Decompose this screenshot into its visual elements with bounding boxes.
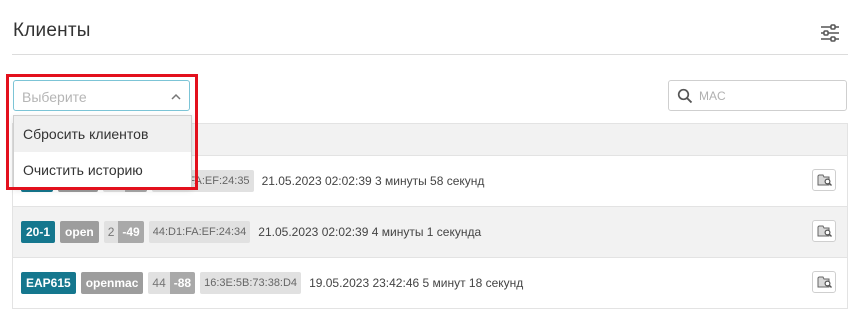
mac-search[interactable] xyxy=(668,80,847,111)
mac-badge: 16:3E:5B:73:38:D4 xyxy=(200,272,302,294)
timestamp: 21.05.2023 02:02:39 4 минуты 1 секунда xyxy=(258,225,482,239)
signal-value: -88 xyxy=(169,272,196,294)
ap-badge: 20-1 xyxy=(21,221,56,243)
row-action-button[interactable] xyxy=(812,271,836,293)
ap-badge: EAP615 xyxy=(21,272,76,294)
signal-value: -49 xyxy=(118,221,144,243)
ssid-badge: open xyxy=(60,221,99,243)
chevron-up-icon xyxy=(170,90,182,102)
search-input[interactable] xyxy=(697,86,841,106)
ssid-badge: openmac xyxy=(80,272,144,294)
select-dropdown: Сбросить клиентов Очистить историю xyxy=(13,115,192,188)
page-title: Клиенты xyxy=(13,20,91,41)
timestamp: 21.05.2023 02:02:39 3 минуты 58 секунд xyxy=(261,174,485,188)
action-select[interactable]: Выберите xyxy=(13,80,190,111)
mac-badge: 44:D1:FA:EF:24:34 xyxy=(148,221,251,243)
select-placeholder: Выберите xyxy=(22,89,87,105)
row-action-button[interactable] xyxy=(812,169,836,191)
folder-search-icon xyxy=(817,225,832,237)
header-divider xyxy=(12,54,848,55)
signal-pair: 2 -49 xyxy=(103,221,144,243)
timestamp: 19.05.2023 23:42:46 5 минут 18 секунд xyxy=(309,276,524,290)
folder-search-icon xyxy=(817,276,832,288)
table-row: EAP615 openmac 44 -88 16:3E:5B:73:38:D4 … xyxy=(12,258,848,309)
settings-sliders-icon[interactable] xyxy=(820,24,840,42)
signal-pair: 44 -88 xyxy=(148,272,196,294)
channel-value: 44 xyxy=(148,272,170,294)
table-row: 20-1 open 2 -49 44:D1:FA:EF:24:34 21.05.… xyxy=(12,207,848,258)
folder-search-icon xyxy=(817,174,832,186)
search-icon xyxy=(677,88,693,104)
option-reset-clients[interactable]: Сбросить клиентов xyxy=(14,116,191,152)
channel-value: 2 xyxy=(103,221,119,243)
row-action-button[interactable] xyxy=(812,220,836,242)
option-clear-history[interactable]: Очистить историю xyxy=(14,152,191,188)
